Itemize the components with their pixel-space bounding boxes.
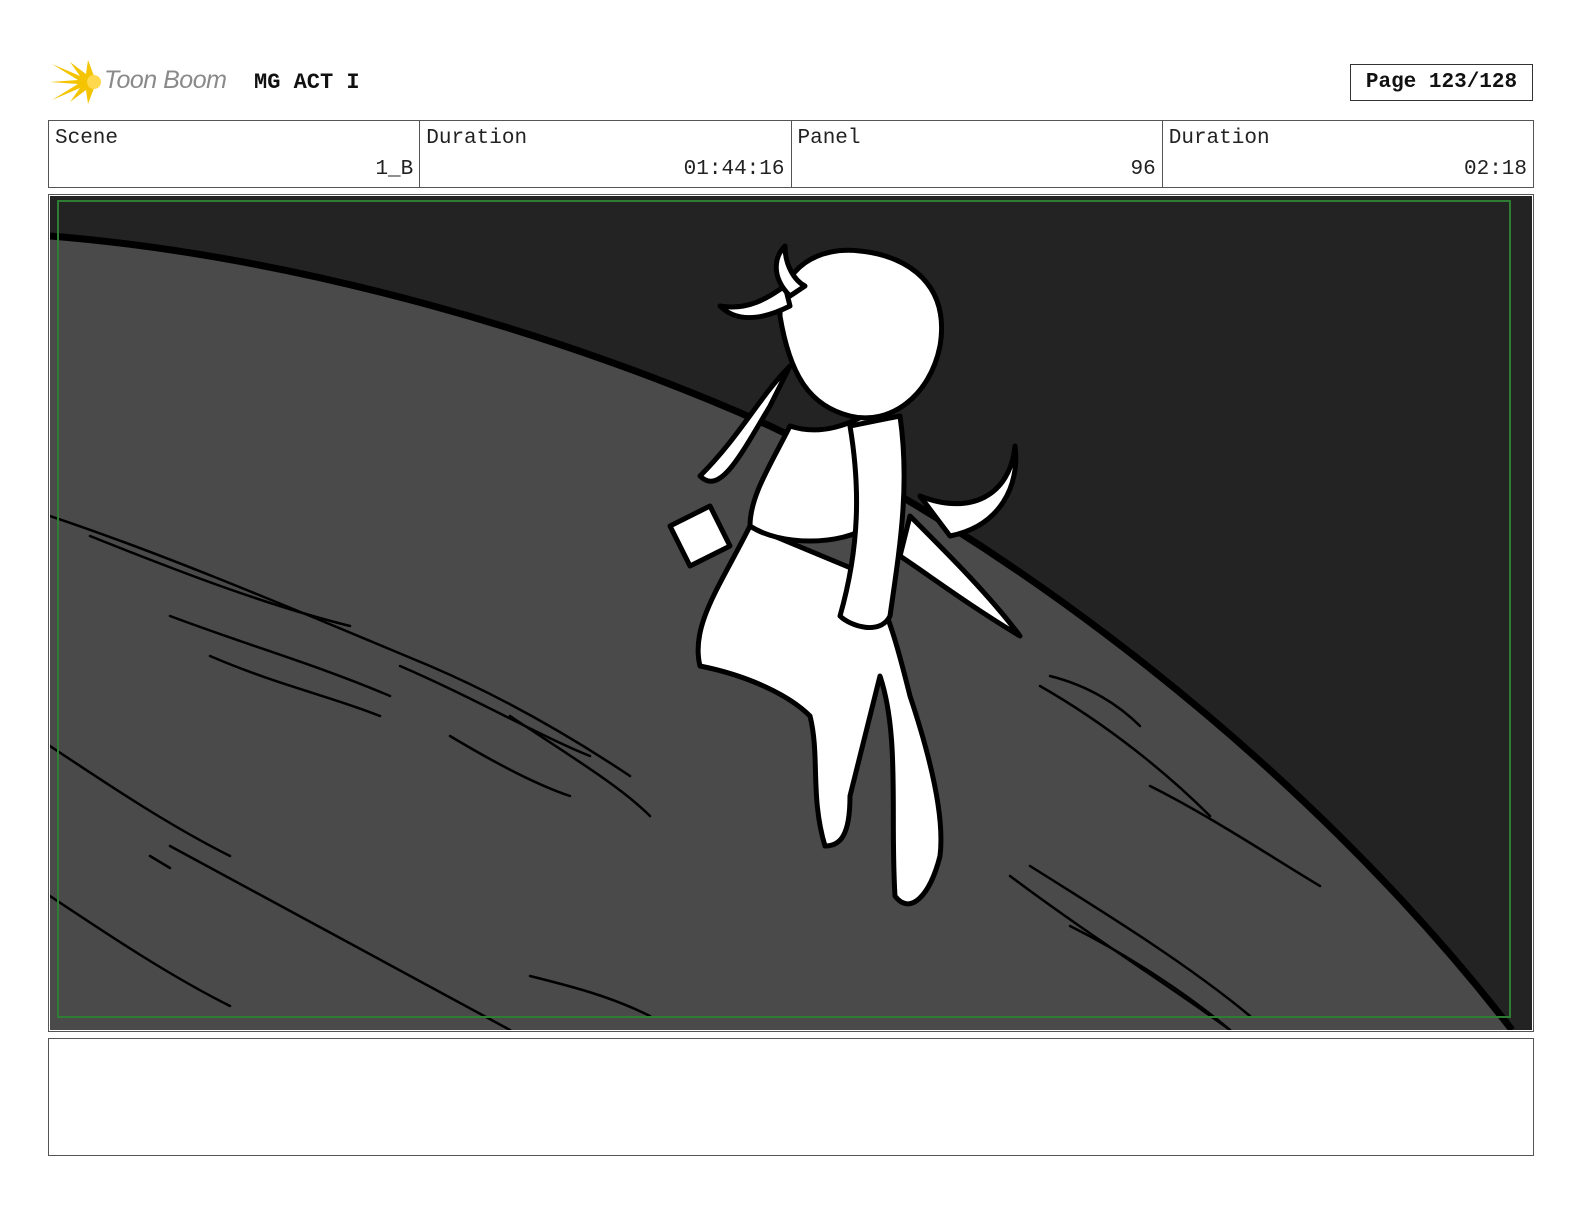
panel-value: 96 <box>1130 158 1156 181</box>
scene-value: 1_B <box>375 158 414 181</box>
starburst-icon <box>50 60 101 104</box>
scene-duration-label: Duration <box>426 127 528 150</box>
panel-cell: Panel 96 <box>792 121 1163 187</box>
scene-label: Scene <box>55 127 119 150</box>
scene-cell: Scene 1_B <box>49 121 421 187</box>
document-title: MG ACT I <box>254 70 360 95</box>
brand-name: Toon Boom <box>104 66 227 94</box>
panel-duration-value: 02:18 <box>1463 158 1527 181</box>
panel-notes-box <box>48 1038 1534 1156</box>
page-number: Page 123/128 <box>1350 64 1533 101</box>
panel-duration-cell: Duration 02:18 <box>1163 121 1533 187</box>
scene-duration-cell: Duration 01:44:16 <box>420 121 792 187</box>
scene-duration-value: 01:44:16 <box>683 158 785 181</box>
panel-duration-label: Duration <box>1168 127 1270 150</box>
storyboard-panel-image <box>50 196 1532 1030</box>
panel-info-row: Scene 1_B Duration 01:44:16 Panel 96 Dur… <box>48 120 1534 188</box>
panel-label: Panel <box>797 127 861 150</box>
